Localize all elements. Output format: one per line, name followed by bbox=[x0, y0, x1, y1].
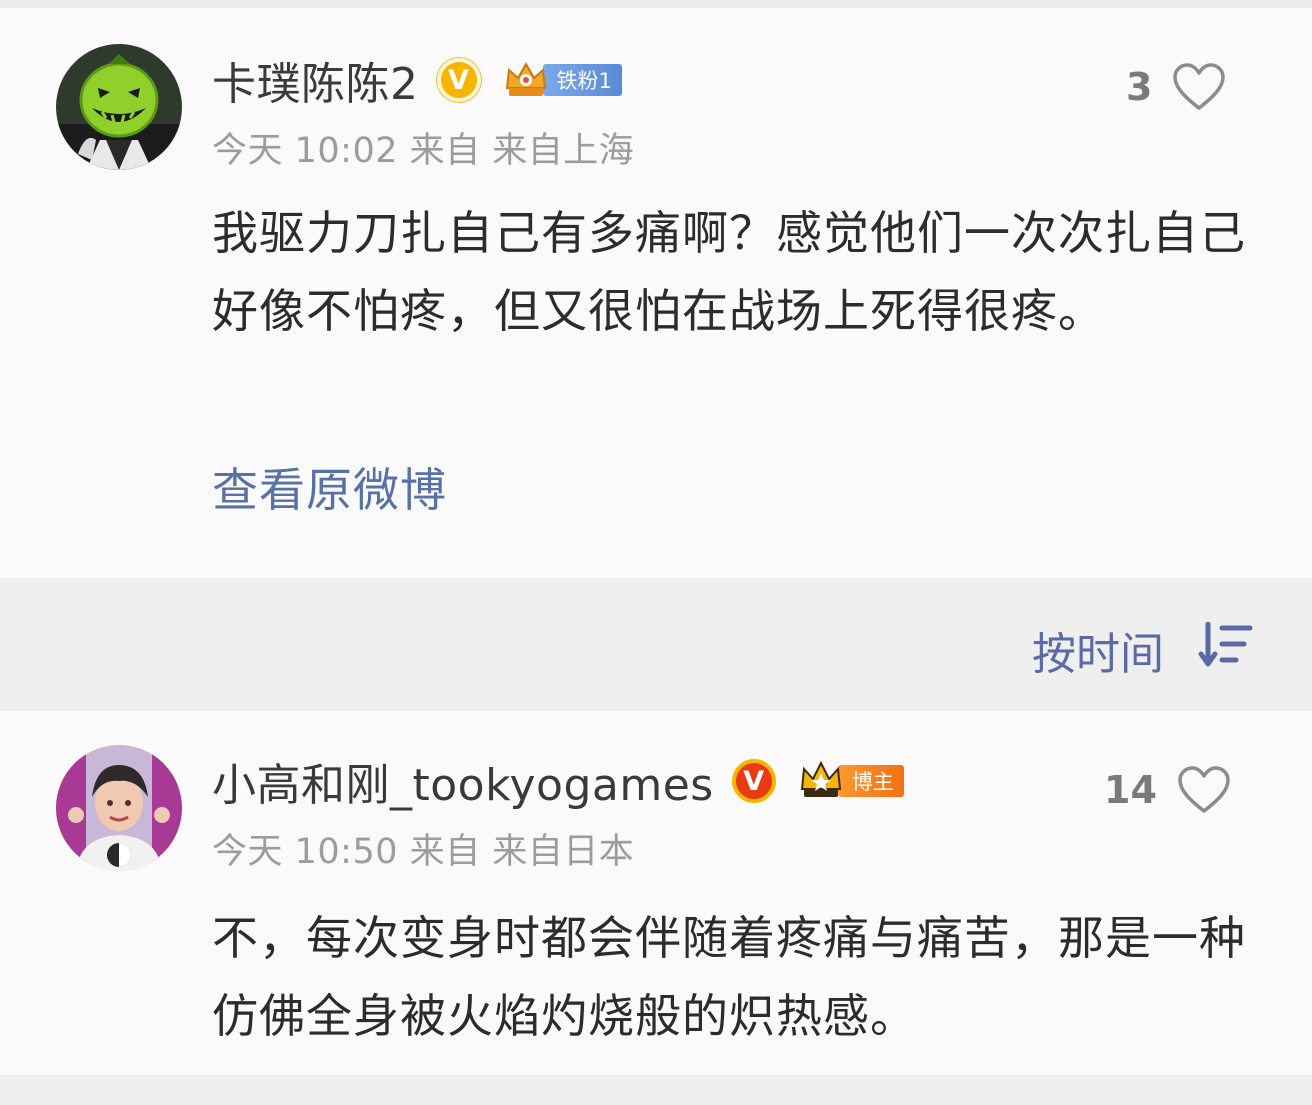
username[interactable]: 卡璞陈陈2 bbox=[212, 48, 419, 112]
crown-badge-icon bbox=[800, 760, 841, 797]
comment-thread-page: 卡璞陈陈2 V 铁粉1 今天 10:02 来自 来自上海 3 我驱力刀扎自己有多… bbox=[0, 0, 1312, 1105]
avatar[interactable] bbox=[56, 44, 182, 170]
heart-icon bbox=[1173, 63, 1226, 110]
crown-badge-icon bbox=[505, 61, 546, 96]
badge-label: 博主 bbox=[837, 765, 904, 797]
verified-badge-icon: V bbox=[731, 759, 776, 803]
avatar[interactable] bbox=[56, 745, 182, 871]
verified-badge-icon: V bbox=[436, 58, 481, 102]
sort-by-time-button[interactable]: 按时间 bbox=[1032, 618, 1164, 682]
badge-label: 铁粉1 bbox=[542, 64, 622, 96]
comment-meta: 今天 10:50 来自 来自日本 bbox=[212, 832, 635, 872]
comment-item: 卡璞陈陈2 V 铁粉1 今天 10:02 来自 来自上海 3 我驱力刀扎自己有多… bbox=[0, 8, 1312, 578]
like-button[interactable]: 14 bbox=[1104, 765, 1231, 815]
comment-text: 不，每次变身时都会伴随着疼痛与痛苦，那是一种仿佛全身被火焰灼烧般的炽热感。 bbox=[212, 911, 1246, 1043]
username[interactable]: 小高和刚_tookyogames bbox=[212, 749, 714, 813]
fan-badge[interactable]: 铁粉1 bbox=[503, 61, 622, 99]
sort-order-icon[interactable] bbox=[1198, 622, 1254, 668]
heart-icon bbox=[1178, 766, 1230, 813]
comment-meta: 今天 10:02 来自 来自上海 bbox=[212, 131, 635, 171]
like-count: 14 bbox=[1104, 768, 1157, 812]
like-button[interactable]: 3 bbox=[1126, 62, 1226, 112]
user-info-row: 卡璞陈陈2 V 铁粉1 bbox=[212, 50, 622, 110]
user-info-row: 小高和刚_tookyogames V 博主 bbox=[212, 751, 904, 811]
comment-text: 我驱力刀扎自己有多痛啊？感觉他们一次次扎自己好像不怕疼，但又很怕在战场上死得很疼… bbox=[212, 206, 1246, 338]
comment-item: 小高和刚_tookyogames V 博主 今天 10:50 来自 来自日本 1… bbox=[0, 711, 1312, 1075]
top-divider bbox=[0, 0, 1312, 8]
author-badge[interactable]: 博主 bbox=[798, 760, 904, 800]
bottom-divider bbox=[0, 1075, 1312, 1105]
view-original-link[interactable]: 查看原微博 bbox=[212, 454, 447, 520]
like-count: 3 bbox=[1126, 65, 1153, 109]
sort-bar: 按时间 bbox=[0, 578, 1312, 711]
